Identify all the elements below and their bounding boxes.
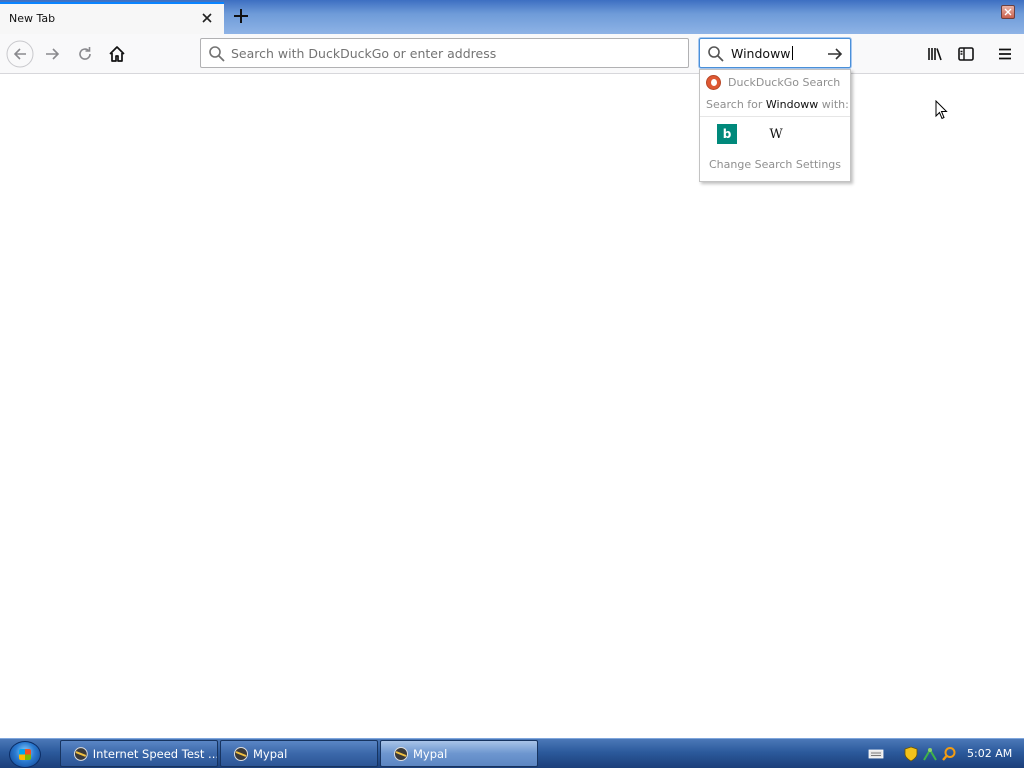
search-popup: DuckDuckGo Search Search for Windoww wit… <box>699 69 851 182</box>
taskbar-button-mypal[interactable]: Mypal <box>220 740 378 767</box>
search-icon <box>707 45 725 66</box>
search-icon <box>208 45 226 66</box>
window-close-button[interactable] <box>1001 5 1015 19</box>
mouse-pointer-icon <box>935 99 949 123</box>
close-tab-icon[interactable] <box>199 10 215 26</box>
tab-title: New Tab <box>9 12 56 25</box>
mypal-browser-icon <box>234 746 248 761</box>
search-tray-icon[interactable] <box>941 740 957 767</box>
duckduckgo-icon <box>706 75 721 90</box>
bing-engine-button[interactable]: b <box>717 124 737 144</box>
taskbar-clock[interactable]: 5:02 AM <box>967 747 1012 760</box>
tab-strip: New Tab <box>0 0 1024 34</box>
new-tab-button[interactable] <box>230 5 252 27</box>
wikipedia-icon: W <box>769 126 783 142</box>
network-icon[interactable] <box>922 740 938 767</box>
change-search-settings-button[interactable]: Change Search Settings <box>700 158 850 171</box>
reload-icon <box>79 47 91 60</box>
back-button[interactable] <box>6 40 34 68</box>
sidebar-toggle-button[interactable] <box>952 40 980 68</box>
security-shield-icon[interactable] <box>904 740 918 767</box>
reload-button[interactable] <box>71 40 99 68</box>
taskbar-button-speed-test[interactable]: Internet Speed Test ... <box>60 740 218 767</box>
popup-divider <box>700 116 850 117</box>
address-input[interactable] <box>231 44 671 62</box>
mypal-browser-icon <box>73 746 88 761</box>
tab-new-tab[interactable]: New Tab <box>0 2 224 34</box>
keyboard-icon[interactable] <box>868 740 884 767</box>
sidebar-icon <box>958 47 974 61</box>
forward-button[interactable] <box>39 40 67 68</box>
hamburger-menu-icon <box>999 48 1011 60</box>
navigation-toolbar: Windoww <box>0 34 1024 74</box>
search-for-text: Search for Windoww with: <box>706 98 848 111</box>
search-bar[interactable]: Windoww <box>699 38 851 68</box>
start-button[interactable] <box>9 741 41 768</box>
popup-header: DuckDuckGo Search <box>706 75 840 90</box>
search-go-arrow-icon[interactable] <box>825 44 845 67</box>
address-bar[interactable] <box>200 38 689 68</box>
taskbar: Internet Speed Test ... Mypal Mypal 5:02… <box>0 738 1024 768</box>
bing-icon: b <box>722 127 732 141</box>
home-icon <box>109 46 125 62</box>
taskbar-button-mypal-active[interactable]: Mypal <box>380 740 538 767</box>
back-arrow-icon <box>6 40 34 68</box>
menu-button[interactable] <box>991 40 1019 68</box>
library-button[interactable] <box>921 40 949 68</box>
search-input[interactable]: Windoww <box>731 46 793 61</box>
mypal-browser-icon <box>394 746 408 761</box>
wikipedia-engine-button[interactable]: W <box>766 124 786 144</box>
popup-header-label: DuckDuckGo Search <box>728 76 841 89</box>
home-button[interactable] <box>103 40 131 68</box>
library-icon <box>928 48 942 61</box>
forward-arrow-icon <box>46 48 60 60</box>
